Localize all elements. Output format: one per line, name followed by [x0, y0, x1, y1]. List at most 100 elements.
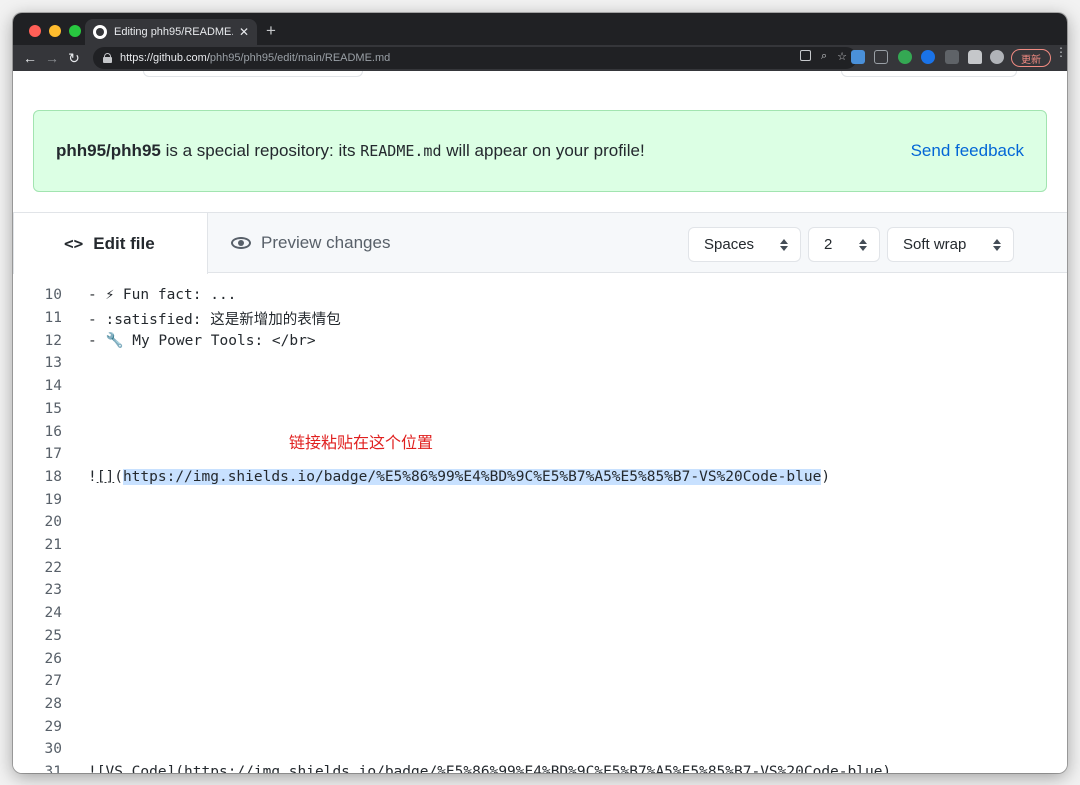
line-number: 29: [44, 718, 62, 735]
browser-toolbar: ← → ↻ https://github.com/ phh95/phh95/ed…: [13, 45, 1067, 71]
minimize-window-button[interactable]: [49, 25, 61, 37]
forward-icon[interactable]: →: [41, 50, 63, 66]
code-line: 25: [13, 625, 88, 648]
image-prefix: !: [88, 764, 97, 773]
zoom-icon[interactable]: ⌕: [821, 50, 827, 63]
wrap-mode-value: Soft wrap: [903, 236, 967, 253]
repo-name: phh95/phh95: [56, 141, 161, 160]
code-line: 27: [13, 670, 88, 693]
line-text: - 🔧 My Power Tools: </br>: [88, 333, 316, 350]
code-line: 16: [13, 420, 88, 443]
line-number: 20: [44, 514, 62, 531]
reload-icon[interactable]: ↻: [63, 50, 85, 67]
line-number: 31: [44, 764, 62, 773]
edit-file-label: Edit file: [93, 233, 155, 253]
paste-position-annotation: 链接粘贴在这个位置: [289, 433, 434, 452]
selected-url[interactable]: https://img.shields.io/badge/%E5%86%99%E…: [122, 468, 822, 485]
line-number: 18: [44, 468, 62, 485]
puzzle-extension-icon[interactable]: [968, 50, 982, 64]
send-feedback-link[interactable]: Send feedback: [911, 141, 1024, 161]
code-line: 21: [13, 534, 88, 557]
indent-size-select[interactable]: 2: [808, 227, 880, 262]
link-brackets: []: [96, 468, 115, 485]
box-extension-icon[interactable]: [874, 50, 888, 64]
indent-mode-value: Spaces: [704, 236, 755, 253]
line-text: - ⚡ Fun fact: ...: [88, 287, 237, 304]
lock-icon: [103, 53, 112, 63]
banner-code: README.md: [360, 142, 442, 160]
image-prefix: !: [88, 468, 97, 485]
code-line: 18![](https://img.shields.io/badge/%E5%8…: [13, 466, 830, 489]
line-number: 27: [44, 673, 62, 690]
bookmark-star-icon[interactable]: ☆: [837, 50, 847, 63]
line-text: - :satisfied: 这是新增加的表情包: [88, 311, 341, 328]
more-menu-icon[interactable]: ⋮: [1055, 46, 1067, 58]
code-line: 30: [13, 738, 88, 761]
line-number: 17: [44, 446, 62, 463]
banner-message: phh95/phh95 is a special repository: its…: [56, 141, 911, 161]
code-icon: <>: [64, 234, 84, 253]
address-bar[interactable]: https://github.com/ phh95/phh95/edit/mai…: [93, 47, 857, 69]
line-number: 26: [44, 650, 62, 667]
translate-icon[interactable]: [799, 50, 811, 61]
line-number: 25: [44, 627, 62, 644]
link-text: [VS Code]: [96, 764, 176, 773]
code-line: 10 - ⚡ Fun fact: ...: [13, 284, 237, 307]
profile-avatar[interactable]: [990, 50, 1004, 64]
shield-extension-icon[interactable]: [851, 50, 865, 64]
code-line: 22: [13, 556, 88, 579]
profile-readme-banner: phh95/phh95 is a special repository: its…: [33, 110, 1047, 192]
url-host: https://github.com/: [120, 52, 210, 64]
code-line: 13: [13, 352, 88, 375]
wrap-mode-select[interactable]: Soft wrap: [887, 227, 1014, 262]
code-line: 24: [13, 602, 88, 625]
link-url: (https://img.shields.io/badge/%E5%86%99%…: [175, 764, 892, 773]
line-number: 21: [44, 537, 62, 554]
line-number: 19: [44, 491, 62, 508]
indent-mode-select[interactable]: Spaces: [688, 227, 801, 262]
line-number: 14: [44, 378, 62, 395]
code-editor[interactable]: 10 - ⚡ Fun fact: ... 11 - :satisfied: 这是新增…: [13, 284, 1067, 773]
window-controls: [29, 25, 81, 37]
select-arrows-icon: [780, 238, 788, 251]
line-number: 23: [44, 582, 62, 599]
page-content: phh95/phh95 is a special repository: its…: [13, 71, 1067, 773]
tab-close-icon[interactable]: ✕: [239, 25, 249, 39]
line-number: 15: [44, 400, 62, 417]
select-arrows-icon: [859, 238, 867, 251]
code-line: 28: [13, 693, 88, 716]
line-number: 30: [44, 741, 62, 758]
code-line: 23: [13, 579, 88, 602]
maximize-window-button[interactable]: [69, 25, 81, 37]
code-line: 26: [13, 647, 88, 670]
code-line: 31! [VS Code] (https://img.shields.io/badg…: [13, 761, 892, 773]
check-extension-icon[interactable]: [898, 50, 912, 64]
banner-text-before: is a special repository: its: [160, 141, 361, 160]
banner-text-after: will appear on your profile!: [441, 141, 645, 160]
code-line: 19: [13, 488, 88, 511]
grid-extension-icon[interactable]: [945, 50, 959, 64]
preview-changes-label: Preview changes: [261, 233, 391, 252]
code-line: 20: [13, 511, 88, 534]
back-icon[interactable]: ←: [19, 50, 41, 66]
editor-header: <> Edit file Preview changes Spaces 2 So…: [13, 212, 1067, 274]
omnibox-actions: ⌕ ☆: [799, 50, 847, 63]
line-number: 11: [44, 310, 62, 327]
tab-edit-file[interactable]: <> Edit file: [13, 212, 208, 274]
tab-preview-changes[interactable]: Preview changes: [231, 213, 390, 273]
code-line: 12 - 🔧 My Power Tools: </br>: [13, 329, 316, 352]
browser-window: Editing phh95/README.md at m ✕ + ← → ↻ h…: [13, 13, 1067, 773]
url-path: phh95/phh95/edit/main/README.md: [209, 52, 391, 64]
browser-tab-active[interactable]: Editing phh95/README.md at m ✕: [85, 19, 257, 45]
new-tab-button[interactable]: +: [266, 22, 276, 39]
filename-input-edge[interactable]: [143, 71, 363, 77]
close-window-button[interactable]: [29, 25, 41, 37]
github-icon: [93, 25, 107, 39]
update-button[interactable]: 更新: [1011, 49, 1051, 67]
line-number: 10: [44, 287, 62, 304]
code-line: 17: [13, 443, 88, 466]
indent-size-value: 2: [824, 236, 833, 253]
line-number: 24: [44, 605, 62, 622]
cancel-button-edge[interactable]: [841, 71, 1017, 77]
circle-extension-icon[interactable]: [921, 50, 935, 64]
